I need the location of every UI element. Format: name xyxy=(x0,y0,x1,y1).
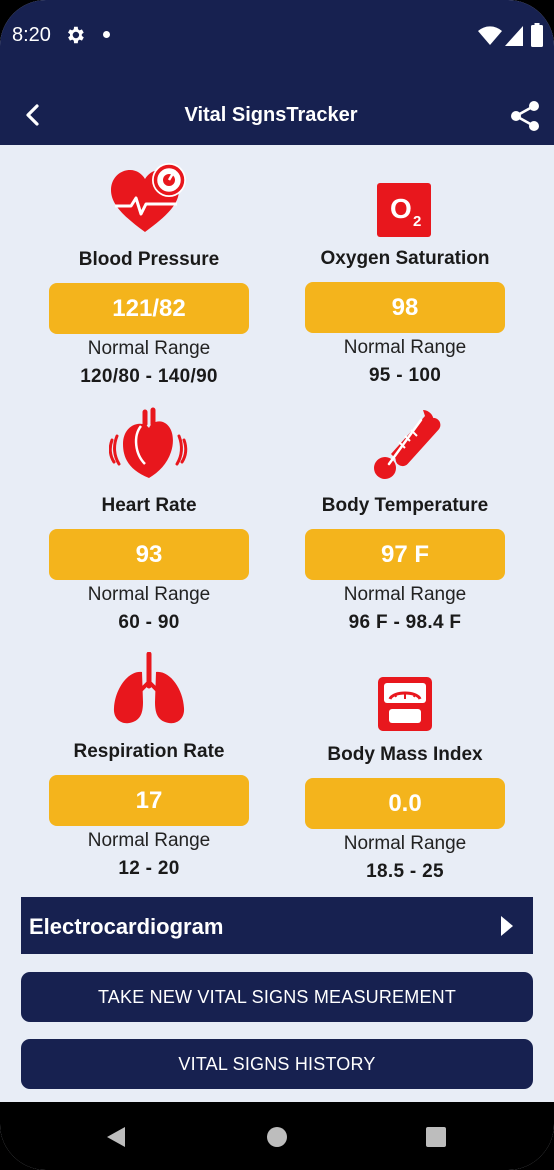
share-icon[interactable] xyxy=(508,99,542,133)
vital-label: Body Mass Index xyxy=(327,744,483,765)
vital-value: 98 xyxy=(305,282,505,333)
nav-back-icon[interactable] xyxy=(105,1126,127,1148)
normal-range-title: Normal Range xyxy=(343,833,467,854)
normal-range-title: Normal Range xyxy=(87,584,211,605)
status-bar: 8:20 xyxy=(0,14,554,58)
vital-value: 121/82 xyxy=(49,283,249,334)
anatomical-heart-icon xyxy=(108,407,188,478)
take-new-measurement-button[interactable]: TAKE NEW VITAL SIGNS MEASUREMENT xyxy=(21,972,533,1022)
thermometer-icon xyxy=(374,410,441,479)
body-mass-index-card[interactable]: Body Mass Index 0.0 Normal Range 18.5 - … xyxy=(305,655,505,883)
normal-range-value: 12 - 20 xyxy=(118,858,180,879)
normal-range-value: 95 - 100 xyxy=(368,365,442,386)
battery-icon xyxy=(531,23,543,47)
vital-value: 93 xyxy=(49,529,249,580)
body-temperature-card[interactable]: Body Temperature 97 F Normal Range 96 F … xyxy=(305,406,505,634)
lungs-icon xyxy=(113,651,185,724)
blood-pressure-card[interactable]: Blood Pressure 121/82 Normal Range 120/8… xyxy=(49,160,249,388)
vital-label: Blood Pressure xyxy=(78,249,220,270)
nav-recents-icon[interactable] xyxy=(426,1127,446,1147)
heart-pressure-icon xyxy=(111,163,186,232)
wifi-icon xyxy=(478,26,502,45)
electrocardiogram-row[interactable]: Electrocardiogram xyxy=(21,897,533,954)
heart-rate-card[interactable]: Heart Rate 93 Normal Range 60 - 90 xyxy=(49,406,249,634)
vital-label: Heart Rate xyxy=(101,495,197,516)
page-title: Vital SignsTracker xyxy=(184,104,358,126)
vital-label: Respiration Rate xyxy=(73,741,225,762)
normal-range-title: Normal Range xyxy=(343,337,467,358)
vital-label: Body Temperature xyxy=(321,495,489,516)
normal-range-value: 18.5 - 25 xyxy=(366,861,444,882)
top-bar: 8:20 Vital SignsTracker xyxy=(0,0,554,145)
normal-range-value: 120/80 - 140/90 xyxy=(80,366,218,387)
oxygen-saturation-card[interactable]: O 2 Oxygen Saturation 98 Normal Range 95… xyxy=(305,164,505,387)
normal-range-title: Normal Range xyxy=(343,584,467,605)
o2-letter: O xyxy=(390,193,412,224)
o2-subscript: 2 xyxy=(413,213,422,230)
normal-range-value: 60 - 90 xyxy=(118,612,180,633)
cell-signal-icon xyxy=(505,26,523,46)
normal-range-value: 96 F - 98.4 F xyxy=(348,612,462,633)
weight-scale-icon xyxy=(378,677,432,731)
electrocardiogram-label: Electrocardiogram xyxy=(29,914,224,939)
vital-signs-history-button[interactable]: VITAL SIGNS HISTORY xyxy=(21,1039,533,1089)
vital-value: 17 xyxy=(49,775,249,826)
respiration-rate-card[interactable]: Respiration Rate 17 Normal Range 12 - 20 xyxy=(49,651,249,880)
notification-dot-icon xyxy=(103,31,110,38)
system-navigation-bar xyxy=(0,1102,554,1170)
oxygen-o2-icon: O 2 xyxy=(365,164,445,242)
play-arrow-icon xyxy=(501,916,513,936)
vital-label: Oxygen Saturation xyxy=(320,248,490,269)
phone-screen: 8:20 Vital SignsTracker Blood Pressure 1… xyxy=(0,0,554,1170)
status-time: 8:20 xyxy=(12,24,51,46)
vital-value: 97 F xyxy=(305,529,505,580)
vital-value: 0.0 xyxy=(305,778,505,829)
settings-gear-icon xyxy=(68,26,84,44)
normal-range-title: Normal Range xyxy=(87,830,211,851)
nav-home-icon[interactable] xyxy=(266,1126,288,1148)
normal-range-title: Normal Range xyxy=(87,338,211,359)
